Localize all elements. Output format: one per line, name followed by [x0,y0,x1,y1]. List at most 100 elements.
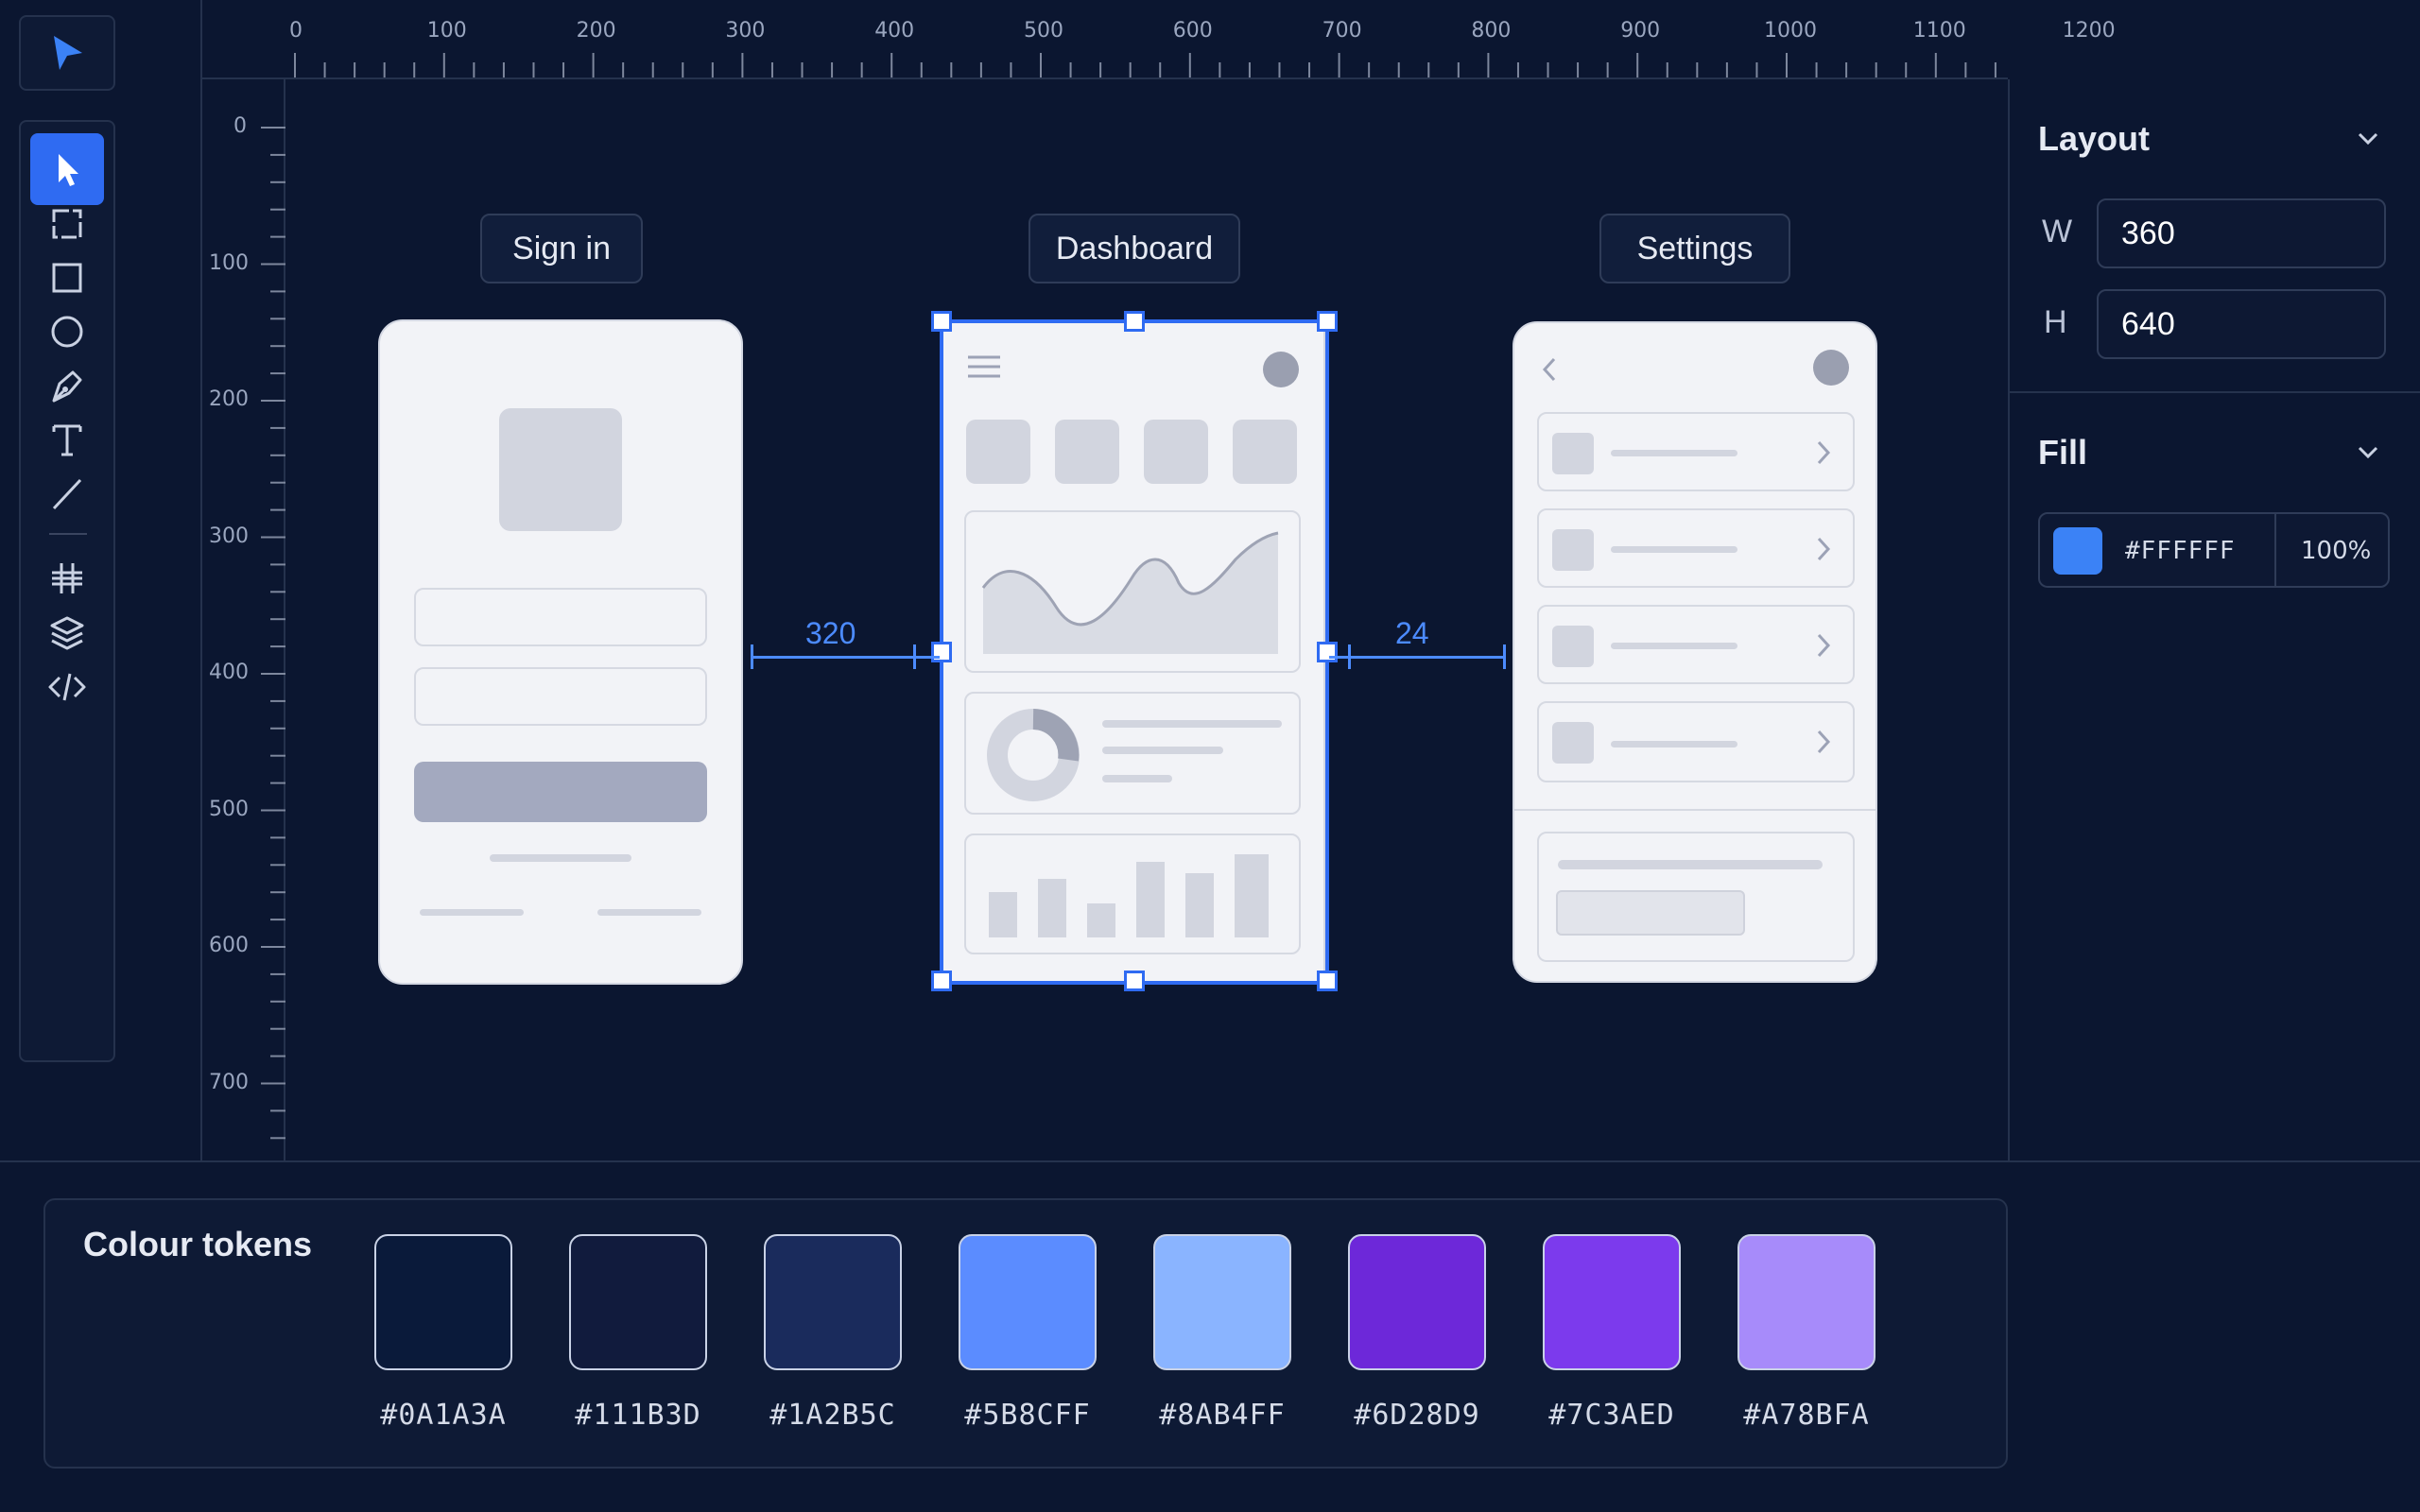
resize-handle-bottom-left[interactable] [931,971,952,991]
link-placeholder [420,909,524,916]
chevron-down-icon[interactable] [2354,438,2382,467]
panel-separator [2010,391,2420,393]
colour-token-swatch[interactable] [1543,1234,1681,1370]
link-placeholder [597,909,701,916]
bottom-divider [0,1160,2420,1162]
resize-handle-bottom-right[interactable] [1317,971,1338,991]
colour-token-swatch[interactable] [1348,1234,1486,1370]
row-icon-placeholder [1552,529,1594,571]
frame-label-dashboard[interactable]: Dashboard [1028,214,1240,284]
ruler-label: 1200 [2062,19,2116,43]
colour-token-label: #7C3AED [1548,1399,1675,1432]
button-placeholder [1556,890,1745,936]
resize-handle-right[interactable] [1317,642,1338,662]
password-field-placeholder [414,667,707,726]
width-label: W [2042,214,2073,249]
ruler-label: 100 [426,19,467,43]
line-tool-button[interactable] [30,457,104,529]
row-text-placeholder [1611,643,1737,649]
frame-label-sign-in[interactable]: Sign in [480,214,643,284]
selection-outline [940,319,1329,985]
row-text-placeholder [1611,546,1737,553]
colour-tokens-title: Colour tokens [83,1225,313,1263]
grid-icon [52,563,82,593]
ruler-label: 400 [209,661,249,684]
vertical-ruler[interactable]: 0 100 200 300 400 500 600 700 [200,79,285,1160]
measurement-left-line [751,656,940,659]
colour-token-label: #0A1A3A [380,1399,507,1432]
select-arrow-icon [59,154,78,186]
ruler-label: 700 [1322,19,1362,43]
settings-frame[interactable] [1512,321,1877,983]
ruler-label: 200 [576,19,616,43]
colour-token-label: #A78BFA [1743,1399,1870,1432]
resize-handle-top-left[interactable] [931,311,952,332]
fill-opacity-value[interactable]: 100% [2301,537,2371,565]
ruler-label: 300 [209,524,249,548]
colour-token-swatch[interactable] [1153,1234,1291,1370]
fill-color-swatch[interactable] [2053,527,2102,575]
settings-row-placeholder [1537,508,1855,588]
colour-token-label: #1A2B5C [769,1399,896,1432]
row-icon-placeholder [1552,433,1594,474]
app-logo[interactable] [19,15,115,91]
measurement-cap [913,644,916,669]
ruler-label: 500 [1024,19,1063,43]
colour-token-label: #6D28D9 [1354,1399,1480,1432]
text-line-placeholder [490,854,631,862]
measurement-right-line [1329,656,1505,659]
sign-in-button-placeholder [414,762,707,822]
fill-row-divider [2274,514,2276,586]
design-canvas[interactable]: Sign in Dashboard Settings 320 24 [285,79,2008,1160]
ruler-label: 300 [725,19,766,43]
ruler-label: 900 [1620,19,1661,43]
colour-token-swatch[interactable] [374,1234,512,1370]
height-input[interactable]: 640 [2097,289,2386,359]
width-input[interactable]: 360 [2097,198,2386,268]
colour-token-swatch[interactable] [764,1234,902,1370]
colour-tokens-panel: Colour tokens #0A1A3A #111B3D #1A2B5C #5B8C… [43,1198,2008,1469]
layers-icon [50,616,84,650]
ruler-label: 1000 [1764,19,1817,43]
chevron-down-icon[interactable] [2354,125,2382,153]
measurement-cap [1503,644,1506,669]
fill-row[interactable]: #FFFFFF 100% [2038,512,2390,588]
design-app: 0 100 200 300 400 500 600 700 800 900 1000 1100 1200… [0,0,2420,1512]
text-icon [52,424,82,456]
ruler-label: 1100 [1912,19,1966,43]
resize-handle-top-right[interactable] [1317,311,1338,332]
pen-icon [52,370,82,403]
colour-token-swatch[interactable] [1737,1234,1876,1370]
settings-footer-card [1537,832,1855,962]
code-tool-button[interactable] [30,651,104,723]
chevron-right-icon [1817,440,1831,465]
row-text-placeholder [1611,450,1737,456]
chevron-right-icon [1817,537,1831,561]
frame-label-settings[interactable]: Settings [1599,214,1790,284]
row-text-placeholder [1611,741,1737,747]
sign-in-frame[interactable] [378,319,743,985]
colour-token-swatch[interactable] [959,1234,1097,1370]
vertical-ruler-ticks [261,127,285,1140]
settings-divider [1514,809,1876,811]
colour-token-swatch[interactable] [569,1234,707,1370]
tool-sidebar [19,120,115,1062]
back-chevron-icon [1542,357,1556,382]
ruler-label: 400 [874,19,915,43]
ruler-label: 600 [209,934,249,957]
measurement-cap [751,644,753,669]
resize-handle-left[interactable] [931,642,952,662]
horizontal-ruler[interactable]: 0 100 200 300 400 500 600 700 800 900 1000 1100 1200 [200,0,2116,79]
ruler-label: 500 [209,797,249,821]
resize-handle-bottom[interactable] [1124,971,1145,991]
chevron-right-icon [1817,633,1831,658]
logo-placeholder [499,408,622,531]
line-icon [52,478,82,510]
ruler-label: 200 [209,387,249,411]
ruler-label: 600 [1172,19,1213,43]
resize-handle-top[interactable] [1124,311,1145,332]
fill-hex-value[interactable]: #FFFFFF [2125,537,2236,565]
height-label: H [2044,304,2067,340]
row-icon-placeholder [1552,626,1594,667]
colour-token-label: #111B3D [575,1399,701,1432]
